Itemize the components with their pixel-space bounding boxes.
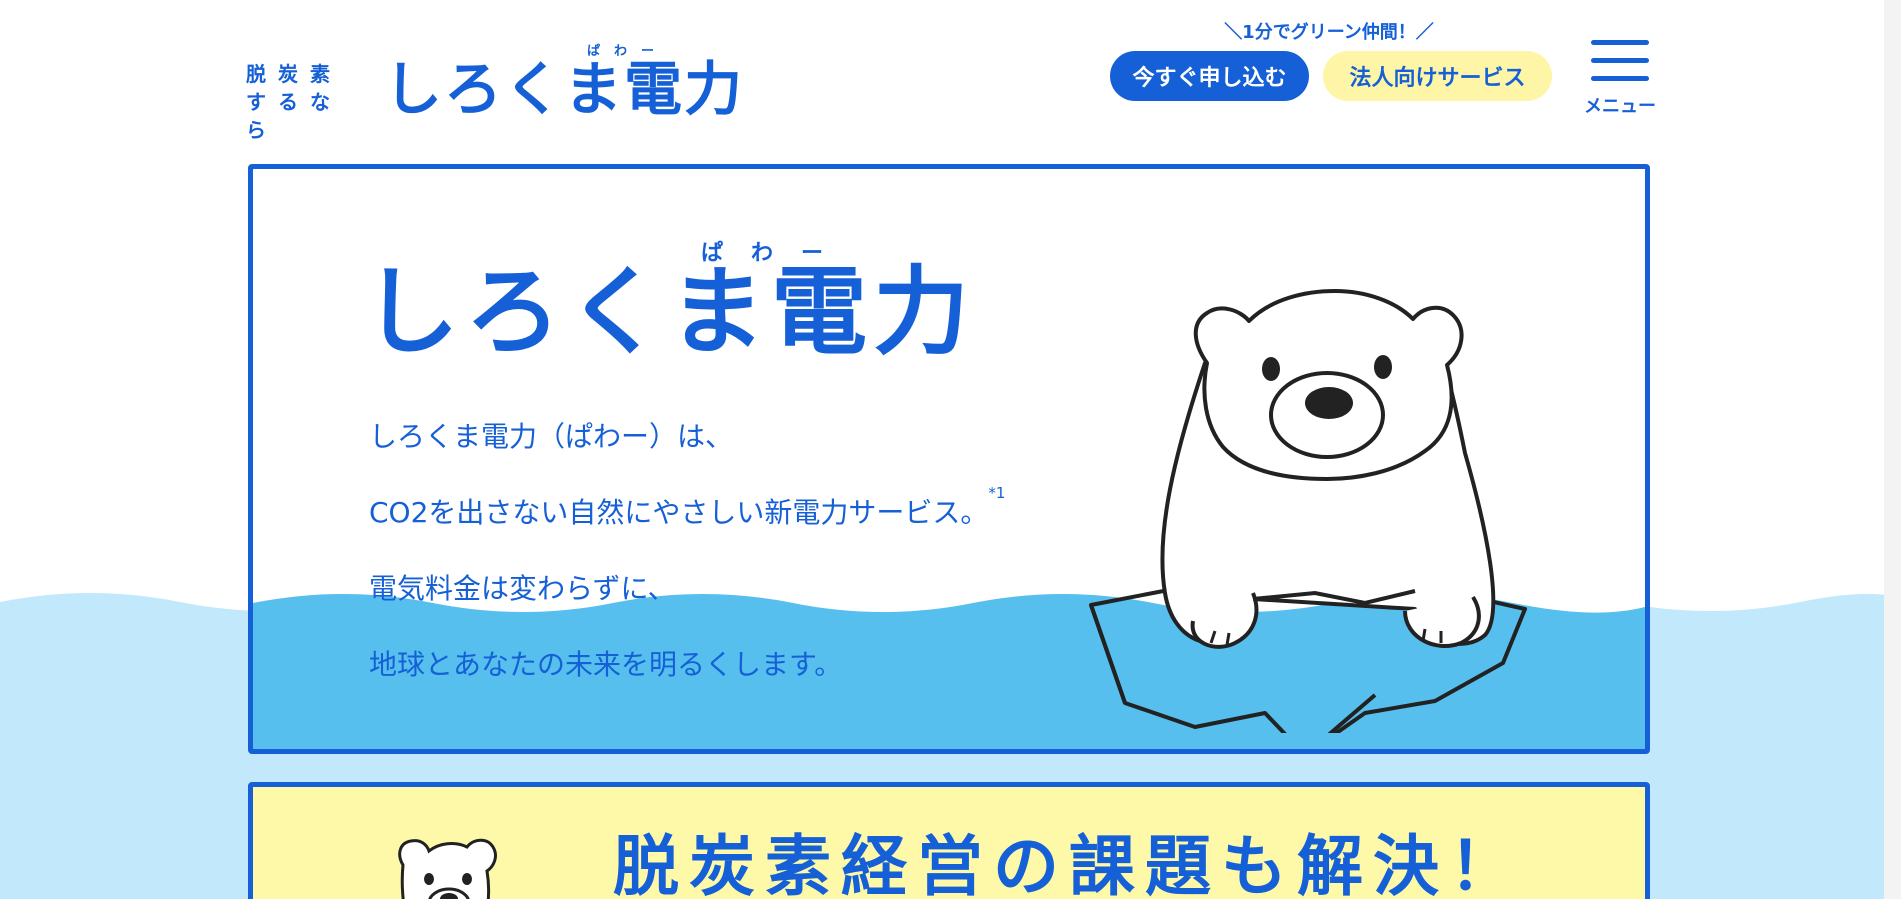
logo-wordmark: しろくま電力 — [384, 55, 745, 123]
corporate-card-title: 脱炭素経営の課題も解決！ — [613, 828, 1525, 899]
polar-bear-illustration — [1089, 289, 1527, 733]
menu-button[interactable]: メニュー — [1583, 36, 1656, 117]
hero-line-1: しろくま電力（ぱわー）は、 — [369, 420, 734, 453]
hero-title: しろくま電力 — [363, 256, 975, 368]
menu-label: メニュー — [1584, 96, 1656, 117]
site-logo[interactable]: 脱炭素 するなら ぱわー しろくま電力 — [246, 36, 742, 142]
logo-tagline: 脱炭素 するなら — [246, 62, 342, 142]
hero-card: ぱわー しろくま電力 しろくま電力（ぱわー）は、 CO2を出さない自然にやさしい… — [248, 164, 1650, 754]
header-tagline: ＼1分でグリーン仲間！／ — [1224, 22, 1434, 43]
hero-line-2: CO2を出さない自然にやさしい新電力サービス。*1 — [369, 475, 1005, 551]
hero-line-3: 電気料金は変わらずに、 — [369, 572, 676, 605]
hero-line-2-text: CO2を出さない自然にやさしい新電力サービス。 — [369, 496, 989, 529]
page-scrollbar[interactable] — [1884, 0, 1901, 899]
hero-line-4: 地球とあなたの未来を明るくします。 — [369, 648, 843, 681]
polar-bear-small-illustration — [398, 838, 497, 899]
footnote-mark: *1 — [988, 484, 1006, 502]
corporate-services-button[interactable]: 法人向けサービス — [1323, 51, 1552, 101]
apply-now-button[interactable]: 今すぐ申し込む — [1110, 51, 1309, 101]
hero-copy: しろくま電力（ぱわー）は、 CO2を出さない自然にやさしい新電力サービス。*1 … — [369, 399, 1005, 703]
corporate-card: 脱炭素経営の課題も解決！ — [248, 782, 1650, 899]
hamburger-icon — [1591, 38, 1649, 86]
